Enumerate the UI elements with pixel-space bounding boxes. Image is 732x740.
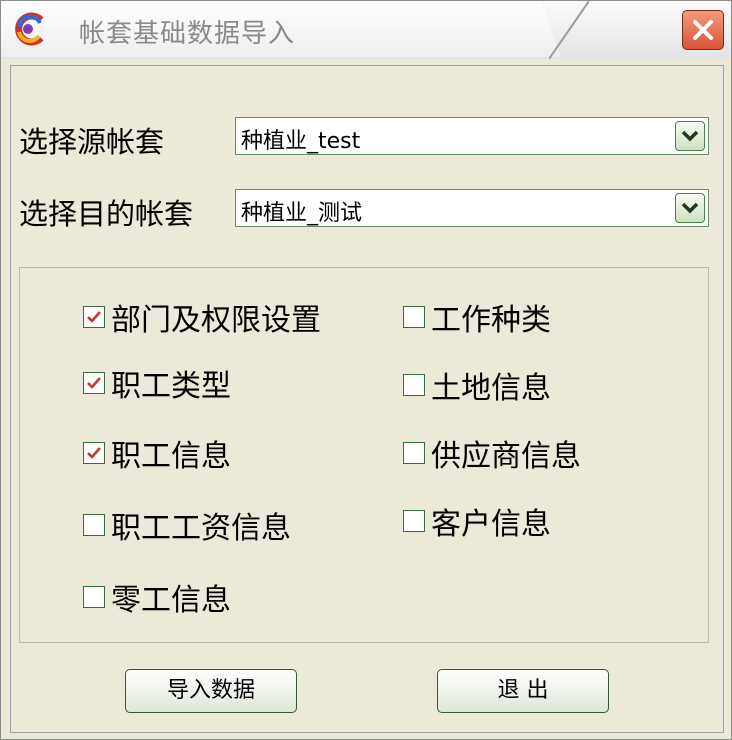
target-dropdown-button[interactable] <box>675 193 705 223</box>
import-data-button[interactable]: 导入数据 <box>125 669 297 713</box>
option-label: 职工类型 <box>111 369 231 404</box>
checkbox[interactable] <box>403 306 425 328</box>
option-label: 职工信息 <box>111 439 231 474</box>
option-dept-permissions[interactable]: 部门及权限设置 <box>83 295 321 339</box>
option-work-type[interactable]: 工作种类 <box>403 295 551 339</box>
app-logo-icon <box>15 12 44 46</box>
check-icon <box>87 377 101 389</box>
checkbox[interactable] <box>83 514 105 536</box>
source-combo[interactable]: 种植业_test <box>235 117 709 155</box>
option-staff-salary[interactable]: 职工工资信息 <box>83 503 291 547</box>
option-land-info[interactable]: 土地信息 <box>403 363 551 407</box>
check-icon <box>87 311 101 323</box>
option-supplier-info[interactable]: 供应商信息 <box>403 431 581 475</box>
chevron-down-icon <box>681 202 699 214</box>
checkbox[interactable] <box>403 510 425 532</box>
option-customer-info[interactable]: 客户信息 <box>403 499 551 543</box>
checkbox[interactable] <box>83 586 105 608</box>
option-label: 工作种类 <box>431 303 551 338</box>
target-combo-value: 种植业_测试 <box>241 201 363 226</box>
checkbox[interactable] <box>83 306 105 328</box>
option-label: 土地信息 <box>431 371 551 406</box>
checkbox[interactable] <box>403 442 425 464</box>
option-label: 客户信息 <box>431 507 551 542</box>
option-label: 零工信息 <box>111 583 231 618</box>
source-label: 选择源帐套 <box>19 125 165 159</box>
option-label: 部门及权限设置 <box>111 303 321 338</box>
title-tab-edge <box>549 1 589 59</box>
exit-button[interactable]: 退 出 <box>437 669 609 713</box>
option-label: 供应商信息 <box>431 439 581 474</box>
source-dropdown-button[interactable] <box>675 121 705 151</box>
window-title: 帐套基础数据导入 <box>79 19 296 49</box>
dialog-window: 帐套基础数据导入 选择源帐套 种植业_test 选择目的帐套 种植业_测试 部门… <box>0 0 732 740</box>
close-icon <box>693 20 713 40</box>
close-button[interactable] <box>682 10 724 50</box>
option-label: 职工工资信息 <box>111 511 291 546</box>
chevron-down-icon <box>681 130 699 142</box>
target-combo[interactable]: 种植业_测试 <box>235 189 709 227</box>
check-icon <box>87 447 101 459</box>
option-staff-type[interactable]: 职工类型 <box>83 361 231 405</box>
option-temp-worker[interactable]: 零工信息 <box>83 575 231 619</box>
title-bar[interactable]: 帐套基础数据导入 <box>1 1 731 59</box>
source-combo-value: 种植业_test <box>241 129 361 154</box>
option-staff-info[interactable]: 职工信息 <box>83 431 231 475</box>
checkbox[interactable] <box>403 374 425 396</box>
target-label: 选择目的帐套 <box>19 197 194 231</box>
checkbox[interactable] <box>83 442 105 464</box>
checkbox[interactable] <box>83 372 105 394</box>
